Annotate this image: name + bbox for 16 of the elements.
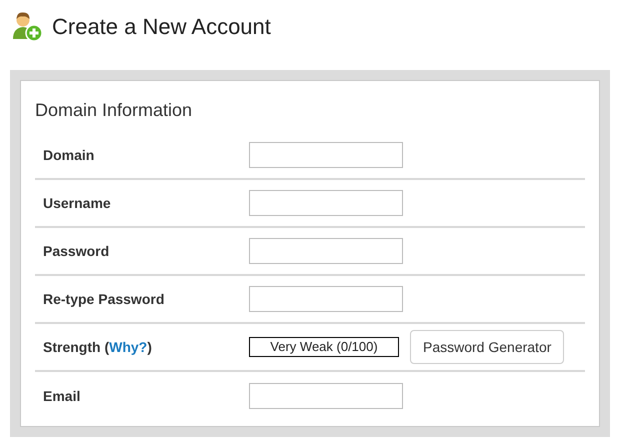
input-field[interactable] [249,383,403,409]
input-field[interactable] [249,190,403,216]
why-link[interactable]: Why? [109,338,148,354]
field-label: Username [43,194,111,210]
strength-meter: Very Weak (0/100) [249,337,399,357]
field-label: Domain [43,146,94,162]
section-title: Domain Information [35,99,194,122]
password-generator-button[interactable]: Password Generator [410,330,564,364]
page-title: Create a New Account [52,12,271,40]
field-label: Re-type Password [43,290,164,306]
field-label: Email [43,388,80,404]
input-field[interactable] [249,142,403,168]
field-label: Password [43,242,110,258]
input-field[interactable] [249,238,403,264]
input-field[interactable] [249,286,403,312]
field-label: Strength (Why?) [43,338,152,354]
